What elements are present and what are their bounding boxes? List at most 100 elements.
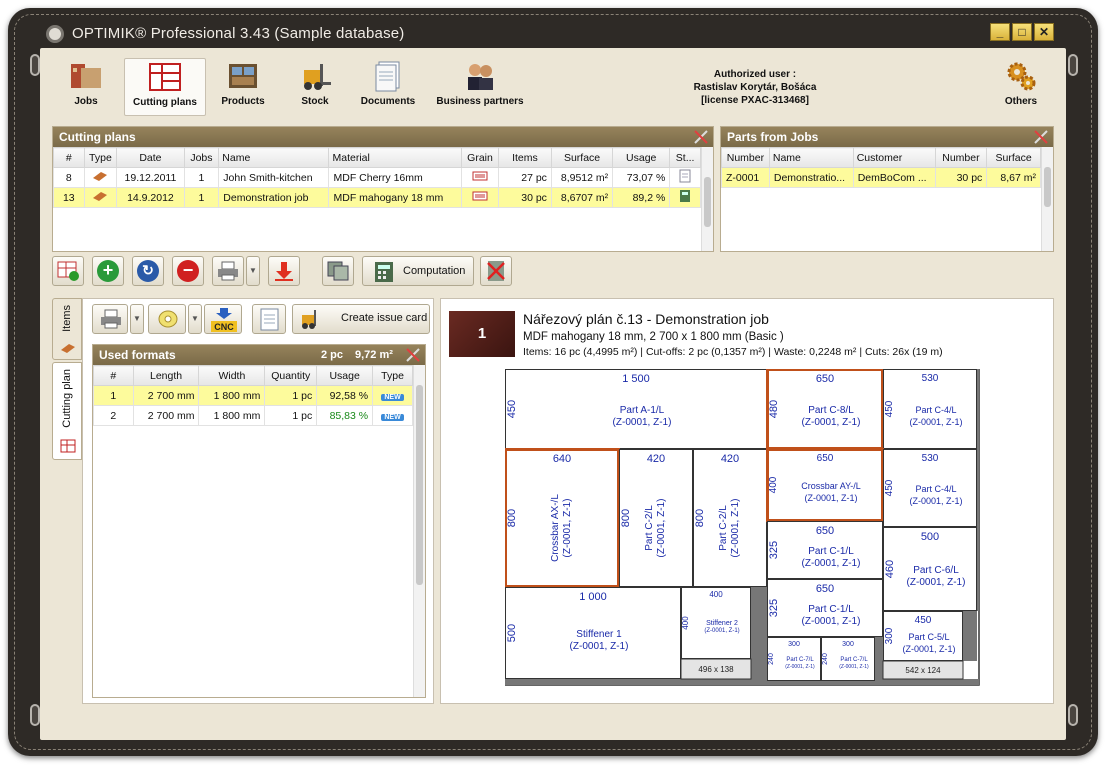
toolbar-cutting-plans[interactable]: Cutting plans: [124, 58, 206, 116]
piece-ref-label: (Z-0001, Z-1): [704, 628, 739, 634]
new-badge: NEW: [381, 393, 404, 401]
piece-width-label: 420: [721, 453, 739, 465]
close-button[interactable]: ✕: [1034, 23, 1054, 41]
document-status-icon: [679, 169, 691, 183]
piece-ref-label: (Z-0001, Z-1): [802, 616, 861, 627]
piece-ref-label: (Z-0001, Z-1): [907, 577, 966, 588]
products-icon: [226, 60, 260, 92]
binder-ring-icon: [1068, 704, 1078, 726]
document-button[interactable]: [252, 304, 286, 334]
binder-ring-icon: [1068, 54, 1078, 76]
waste-strip: [751, 587, 767, 679]
cutting-plans-header: Cutting plans: [53, 127, 713, 147]
maximize-button[interactable]: □: [1012, 23, 1032, 41]
computation-button[interactable]: Computation: [362, 256, 474, 286]
cnc-export-button[interactable]: CNC: [204, 304, 242, 334]
plan-number-badge: 1: [449, 311, 515, 357]
piece-name-label: Part C-2/L: [644, 505, 655, 551]
offcut-label: 542 x 124: [905, 666, 941, 675]
piece-width-label: 1 500: [622, 373, 650, 385]
parts-scrollbar[interactable]: [1041, 147, 1053, 251]
authorized-user: Authorized user : Rastislav Korytár, Boš…: [693, 69, 817, 106]
export-button[interactable]: [268, 256, 300, 286]
cancel-computation-button[interactable]: [480, 256, 512, 286]
table-row[interactable]: 2 2 700 mm 1 800 mm 1 pc 85,83 % NEW: [93, 405, 413, 426]
toolbar-others[interactable]: Others: [994, 58, 1048, 116]
piece-width-label: 300: [842, 641, 854, 648]
parts-from-jobs-panel: Parts from Jobs Number Name Customer Num…: [720, 126, 1054, 252]
label-print-button[interactable]: [148, 304, 186, 334]
piece-name-label: Crossbar AY-/L: [801, 481, 861, 491]
document-icon: [260, 308, 279, 331]
piece-name-label: Part C-4/L: [915, 405, 956, 415]
download-arrow-icon: [275, 262, 293, 281]
tools-icon[interactable]: [405, 347, 421, 363]
label-dropdown-button[interactable]: ▼: [188, 304, 202, 334]
piece-ref-label: (Z-0001, Z-1): [613, 417, 672, 428]
print-plan-button[interactable]: [92, 304, 128, 334]
tab-cutting-plan[interactable]: Cutting plan: [52, 362, 82, 460]
copy-icon: [327, 261, 349, 281]
piece-height-label: 240: [822, 653, 829, 665]
piece-name-label: Stiffener 1: [576, 629, 622, 640]
plus-icon: +: [97, 260, 119, 282]
add-button[interactable]: +: [92, 256, 124, 286]
offcut-label: 496 x 138: [698, 665, 734, 674]
jobs-icon: [69, 60, 103, 92]
piece-ref-label: (Z-0001, Z-1): [909, 417, 962, 427]
delete-button[interactable]: −: [172, 256, 204, 286]
piece-height-label: 800: [694, 509, 706, 527]
calculator-icon: [375, 262, 393, 282]
parts-table: Number Name Customer Number Surface Z-00…: [721, 147, 1041, 188]
piece-width-label: 650: [816, 525, 834, 537]
toolbar-business-partners[interactable]: Business partners: [432, 58, 528, 116]
copy-plans-button[interactable]: [322, 256, 354, 286]
table-row[interactable]: Z-0001 Demonstratio... DemBoCom ... 30 p…: [721, 167, 1041, 188]
print-dropdown-button[interactable]: ▼: [246, 256, 260, 286]
refresh-button[interactable]: ↻: [132, 256, 164, 286]
tab-items[interactable]: Items: [52, 298, 82, 360]
formats-scrollbar[interactable]: [413, 365, 425, 697]
cutting-plan-icon: [60, 439, 76, 453]
toolbar-documents[interactable]: Documents: [354, 58, 422, 116]
plan-material: MDF mahogany 18 mm, 2 700 x 1 800 mm (Ba…: [523, 331, 784, 343]
table-row[interactable]: 13 14.9.2012 1 Demonstration job MDF mah…: [53, 187, 701, 208]
minimize-button[interactable]: _: [990, 23, 1010, 41]
piece-width-label: 640: [553, 453, 571, 465]
print-plan-dropdown-button[interactable]: ▼: [130, 304, 144, 334]
piece-width-label: 530: [922, 373, 939, 384]
piece-width-label: 650: [816, 373, 834, 385]
piece-width-label: 300: [788, 641, 800, 648]
piece-name-label: Stiffener 2: [706, 620, 738, 627]
piece-height-label: 800: [620, 509, 632, 527]
toolbar-stock[interactable]: Stock: [288, 58, 342, 116]
cnc-icon: CNC: [211, 308, 237, 332]
cutting-plans-icon: [148, 61, 182, 93]
plan-stats: Items: 16 pc (4,4995 m²) | Cut-offs: 2 p…: [523, 346, 943, 358]
piece-ref-label: (Z-0001, Z-1): [570, 641, 629, 652]
piece-name-label: Part C-2/L: [718, 505, 729, 551]
print-button[interactable]: [212, 256, 244, 286]
piece-width-label: 530: [922, 453, 939, 464]
piece-name-label: Crossbar AX-/L: [550, 494, 561, 562]
cutting-plans-scrollbar[interactable]: [701, 147, 713, 251]
cutting-layout: 1 500450 Part A-1/L(Z-0001, Z-1)650480 Par…: [505, 369, 980, 686]
create-issue-card-button[interactable]: Create issue card: [292, 304, 430, 334]
forklift-icon: [302, 310, 316, 329]
app-icon: [46, 25, 64, 43]
grain-icon: [472, 191, 488, 201]
tools-icon[interactable]: [693, 129, 709, 145]
toolbar-jobs[interactable]: Jobs: [54, 58, 118, 116]
piece-ref-label: (Z-0001, Z-1): [562, 499, 573, 558]
binder-ring-icon: [30, 54, 40, 76]
refresh-icon: ↻: [137, 260, 159, 282]
parts-header: Parts from Jobs: [721, 127, 1053, 147]
table-row[interactable]: 8 19.12.2011 1 John Smith-kitchen MDF Ch…: [53, 167, 701, 188]
label-roll-icon: [158, 310, 178, 328]
piece-name-label: Part C-7/L: [786, 657, 814, 663]
tools-icon[interactable]: [1033, 129, 1049, 145]
piece-name-label: Part C-7/L: [840, 657, 868, 663]
table-row[interactable]: 1 2 700 mm 1 800 mm 1 pc 92,58 % NEW: [93, 385, 413, 406]
add-plan-button[interactable]: [52, 256, 84, 286]
toolbar-products[interactable]: Products: [212, 58, 274, 116]
